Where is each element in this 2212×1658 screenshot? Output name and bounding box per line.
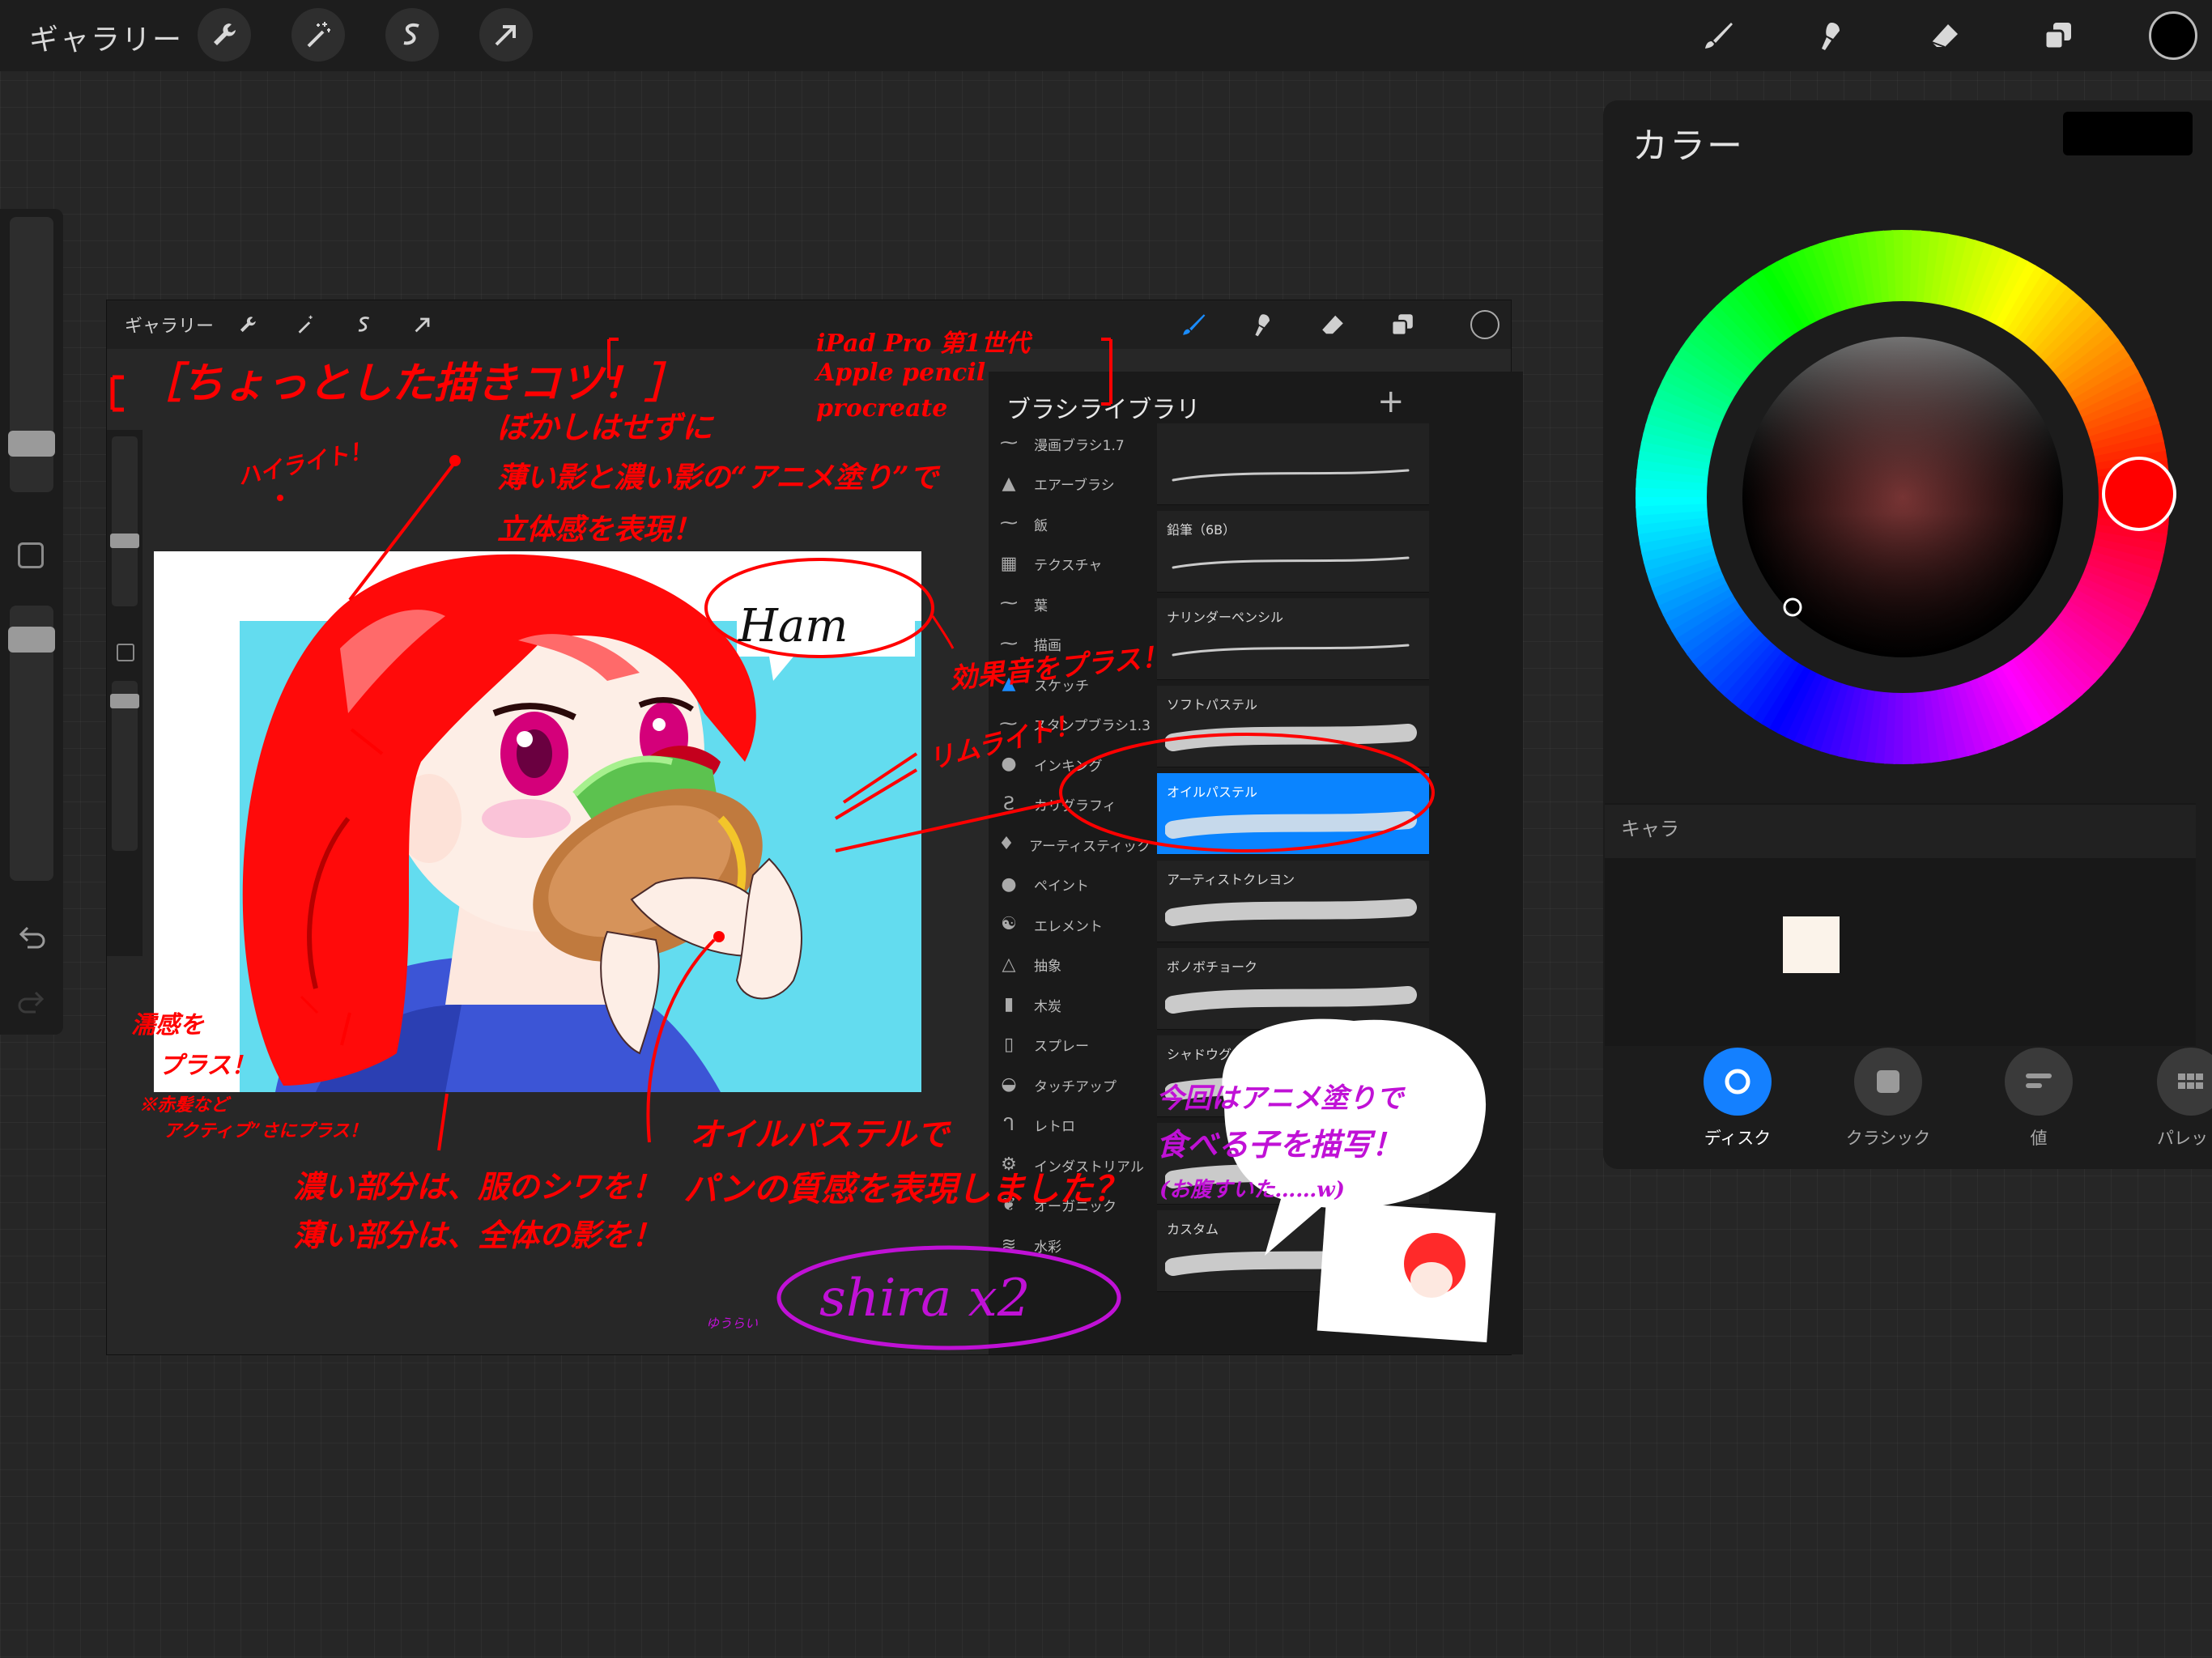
annotation-device-2: Apple pencil	[816, 359, 986, 387]
palette-color-chip[interactable]	[1783, 916, 1840, 973]
annotation-wet-4: アクティブ”さにプラス！	[164, 1120, 368, 1141]
color-tab-disc[interactable]: ディスク	[1673, 1048, 1802, 1150]
brush-icon[interactable]	[1694, 11, 1742, 60]
palette-grid-icon	[2157, 1048, 2212, 1116]
artwork-signature: Ham	[738, 600, 849, 653]
color-tab-value-sliders[interactable]: 値	[1974, 1048, 2104, 1150]
color-tab-label: パレット	[2157, 1129, 2212, 1148]
color-panel: カラー キャラ ディスク クラシック 値 パレット	[1603, 100, 2212, 1169]
disc-icon	[1704, 1048, 1772, 1116]
value-sliders-icon	[2005, 1048, 2073, 1116]
layers-icon[interactable]	[2034, 11, 2082, 60]
color-tab-classic-square[interactable]: クラシック	[1823, 1048, 1953, 1150]
annotation-device-1: iPad Pro 第1世代	[816, 329, 1030, 358]
annotation-wet-1: 濡感を	[131, 1011, 204, 1039]
magic-wand-icon[interactable]	[291, 8, 345, 62]
bubble-text-2: 食べる子を描写！	[1156, 1126, 1403, 1163]
hue-picker[interactable]	[2102, 457, 2176, 531]
gallery-button[interactable]: ギャラリー	[29, 16, 183, 58]
opacity-thumb[interactable]	[8, 627, 55, 653]
eraser-icon[interactable]	[1921, 11, 1969, 60]
wrench-icon[interactable]	[198, 8, 251, 62]
color-tab-palette-grid[interactable]: パレット	[2126, 1048, 2212, 1150]
current-color-swatch[interactable]	[2149, 11, 2197, 60]
left-sidebar	[0, 209, 63, 1035]
annotation-device-3: procreate	[816, 394, 948, 423]
modify-button[interactable]	[18, 542, 44, 568]
annotation-heading: ［ちょっとした描きコツ！］	[139, 359, 687, 408]
author-signature-prefix: ゆうらい	[706, 1316, 759, 1331]
top-toolbar: ギャラリー	[0, 0, 2212, 71]
annotation-volume: 立体感を表現！	[497, 512, 702, 546]
bubble-text-1: 今回はアニメ塗りで	[1156, 1082, 1404, 1115]
color-panel-title: カラー	[1632, 125, 1744, 167]
annotation-wet-2: プラス！	[159, 1052, 256, 1080]
palette-header	[1605, 805, 2196, 858]
classic-square-icon	[1854, 1048, 1922, 1116]
color-disc[interactable]	[1627, 222, 2178, 772]
annotation-blur: ぼかしはせずに	[497, 409, 713, 445]
annotation-shadow: 薄い影と濃い影の“アニメ塗り”で	[497, 461, 938, 495]
transform-arrow-icon[interactable]	[479, 8, 533, 62]
selection-icon[interactable]	[385, 8, 439, 62]
palette-name: キャラ	[1621, 818, 1679, 840]
annotation-light: 薄い部分は、全体の影を！	[293, 1217, 663, 1253]
annotation-oil-1: オイルパステルで	[690, 1116, 949, 1154]
annotation-oil-2: パンの質感を表現しました？	[683, 1169, 1128, 1209]
color-tab-label: クラシック	[1845, 1129, 1931, 1148]
bubble-text-3: (お腹すいた……w)	[1159, 1178, 1345, 1202]
author-signature: shira x2	[819, 1269, 1031, 1329]
drawing-canvas[interactable]: ギャラリー ブラシライブラリ + ⁓ 漫画ブラシ1.7 ▲ エアーブラシ ⁓ 飯…	[106, 300, 1523, 1355]
redo-icon[interactable]	[15, 986, 49, 1020]
color-tab-label: 値	[2030, 1129, 2048, 1148]
brush-size-thumb[interactable]	[8, 431, 55, 457]
current-color-preview[interactable]	[2063, 112, 2193, 155]
undo-icon[interactable]	[15, 921, 49, 955]
annotation-dark: 濃い部分は、服のシワを！	[293, 1168, 663, 1205]
annotation-wet-3: ※赤髪など	[139, 1095, 229, 1116]
smudge-icon[interactable]	[1807, 11, 1856, 60]
color-tab-label: ディスク	[1704, 1129, 1772, 1148]
